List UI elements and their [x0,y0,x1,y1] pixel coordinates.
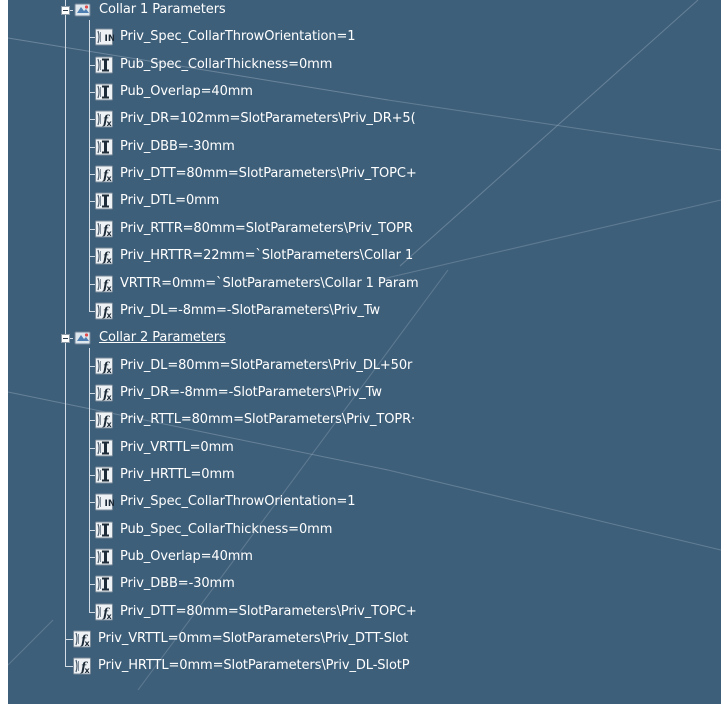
formula-parameter-icon: fx [94,219,114,239]
length-parameter-icon [94,137,114,157]
tree-node-parameter[interactable]: f x Priv_DR=-8mm=-SlotParameters\Priv_Tw [94,382,382,404]
tree-node-parameter[interactable]: f x VRTTR=0mm=`SlotParameters\Collar 1 Par… [94,273,419,295]
svg-text:x: x [85,639,91,648]
collapse-toggle-icon[interactable] [61,6,70,15]
tree-node-parameter[interactable]: IN Priv_Spec_CollarThrowOrientation=1 [94,491,356,513]
tree-node-parameter[interactable]: Priv_DBB=-30mm [94,136,235,158]
tree-child-connector-line [89,20,90,311]
svg-text:x: x [107,174,113,183]
formula-parameter-icon: fx [94,164,114,184]
length-parameter-icon [94,547,114,567]
formula-parameter-icon: fx [94,301,114,321]
integer-parameter-icon: IN [94,492,114,512]
collapse-toggle-icon[interactable] [61,334,70,344]
node-label: Priv_DR=-8mm=-SlotParameters\Priv_Tw [120,384,382,400]
svg-text:x: x [107,366,113,375]
tree-node-parameter[interactable]: Pub_Spec_CollarThickness=0mm [94,54,332,76]
tree-node-parameter[interactable]: f x Priv_DL=80mm=SlotParameters\Priv_DL+50… [94,355,412,377]
node-label: Pub_Overlap=40mm [120,549,253,564]
background-geometry [8,0,721,691]
node-label: Priv_DL=80mm=SlotParameters\Priv_DL+50r [120,357,413,373]
node-label: Collar 2 Parameters [99,330,226,346]
svg-text:x: x [107,393,113,402]
svg-text:x: x [107,311,113,320]
node-label: Priv_Spec_CollarThrowOrientation=1 [120,494,356,510]
tree-node-parameter[interactable]: f x Priv_RTTR=80mm=SlotParameters\Priv_TOP… [94,218,413,240]
node-label: Priv_VRTTL=0mm=SlotParameters\Priv_DTT-S… [98,631,409,647]
svg-text:x: x [107,420,113,429]
node-label: Priv_HRTTL=0mm=SlotParameters\Priv_DL-Sl… [98,658,410,674]
formula-parameter-icon: fx [94,274,114,294]
formula-parameter-icon: fx [94,410,114,430]
node-label: Priv_VRTTL=0mm [120,439,234,455]
formula-parameter-icon: fx [94,356,114,376]
node-label: Priv_DTT=80mm=SlotParameters\Priv_TOPC+ [120,166,417,182]
tree-node-parameter[interactable]: Pub_Spec_CollarThickness=0mm [94,519,332,541]
tree-node-parameter[interactable]: f x Priv_HRTTR=22mm=`SlotParameters\Collar… [94,245,413,267]
node-label: Priv_DR=102mm=SlotParameters\Priv_DR+5( [120,111,416,127]
length-parameter-icon [94,191,114,211]
formula-parameter-icon: fx [94,383,114,403]
tree-node-parameter[interactable]: f x Priv_DR=102mm=SlotParameters\Priv_DR+5… [94,108,416,130]
node-label: Pub_Spec_CollarThickness=0mm [120,56,333,72]
parameter-set-icon [73,0,93,20]
node-label: Priv_HRTTL=0mm [120,466,235,482]
svg-text:IN: IN [105,499,115,509]
tree-node-parameter[interactable]: Priv_HRTTL=0mm [94,464,235,486]
formula-parameter-icon: fx [94,602,114,622]
node-label: Priv_DBB=-30mm [120,576,235,592]
length-parameter-icon [94,55,114,75]
tree-node-parameter-set[interactable]: Collar 1 Parameters [73,0,226,21]
tree-node-parameter[interactable]: Priv_DTL=0mm [94,190,219,212]
formula-parameter-icon: fx [94,109,114,129]
svg-text:x: x [107,256,113,265]
parameter-set-icon [73,328,93,348]
node-label: VRTTR=0mm=`SlotParameters\Collar 1 Param [120,275,419,291]
node-label: Pub_Overlap=40mm [120,84,253,100]
node-label: Priv_DTT=80mm=SlotParameters\Priv_TOPC+ [120,603,417,619]
formula-parameter-icon: fx [72,629,92,649]
tree-node-parameter[interactable]: f x Priv_DTT=80mm=SlotParameters\Priv_TOPC… [94,601,417,623]
node-label: Pub_Spec_CollarThickness=0mm [120,521,333,537]
svg-text:x: x [107,229,113,238]
specification-tree-viewport[interactable]: Collar 1 Parameters IN Priv_Spec_CollarThr… [8,0,721,704]
tree-node-parameter[interactable]: f x Priv_VRTTL=0mm=SlotParameters\Priv_DTT… [72,628,408,650]
tree-node-parameter[interactable]: Priv_VRTTL=0mm [94,437,234,459]
formula-parameter-icon: fx [72,656,92,676]
tree-child-connector-line [89,348,90,612]
svg-text:x: x [107,119,113,128]
tree-node-parameter[interactable]: f x Priv_HRTTL=0mm=SlotParameters\Priv_DL-… [72,655,410,677]
tree-node-parameter[interactable]: Pub_Overlap=40mm [94,81,253,103]
svg-text:IN: IN [105,34,115,44]
tree-node-parameter[interactable]: f x Priv_DL=-8mm=-SlotParameters\Priv_Tw [94,300,380,322]
length-parameter-icon [94,438,114,458]
tree-node-parameter[interactable]: IN Priv_Spec_CollarThrowOrientation=1 [94,26,356,48]
node-label: Priv_DBB=-30mm [120,138,235,154]
node-label: Priv_Spec_CollarThrowOrientation=1 [120,29,356,45]
node-label: Priv_HRTTR=22mm=`SlotParameters\Collar 1 [120,248,414,264]
tree-node-parameter[interactable]: f x Priv_DTT=80mm=SlotParameters\Priv_TOPC… [94,163,417,185]
node-label: Priv_RTTL=80mm=SlotParameters\Priv_TOPR· [120,412,416,428]
tree-node-parameter[interactable]: Priv_DBB=-30mm [94,573,235,595]
node-label: Collar 1 Parameters [99,2,226,17]
node-label: Priv_DL=-8mm=-SlotParameters\Priv_Tw [120,302,381,318]
tree-node-parameter[interactable]: f x Priv_RTTL=80mm=SlotParameters\Priv_TOP… [94,409,415,431]
svg-text:x: x [107,612,113,621]
svg-text:x: x [85,666,91,675]
length-parameter-icon [94,465,114,485]
length-parameter-icon [94,574,114,594]
node-label: Priv_RTTR=80mm=SlotParameters\Priv_TOPR [120,220,413,236]
integer-parameter-icon: IN [94,27,114,47]
node-label: Priv_DTL=0mm [120,193,220,209]
svg-text:x: x [107,284,113,293]
tree-root-connector-line [65,0,66,667]
tree-node-parameter[interactable]: Pub_Overlap=40mm [94,546,253,568]
length-parameter-icon [94,520,114,540]
tree-node-parameter-set[interactable]: Collar 2 Parameters [73,327,226,349]
length-parameter-icon [94,82,114,102]
formula-parameter-icon: fx [94,246,114,266]
